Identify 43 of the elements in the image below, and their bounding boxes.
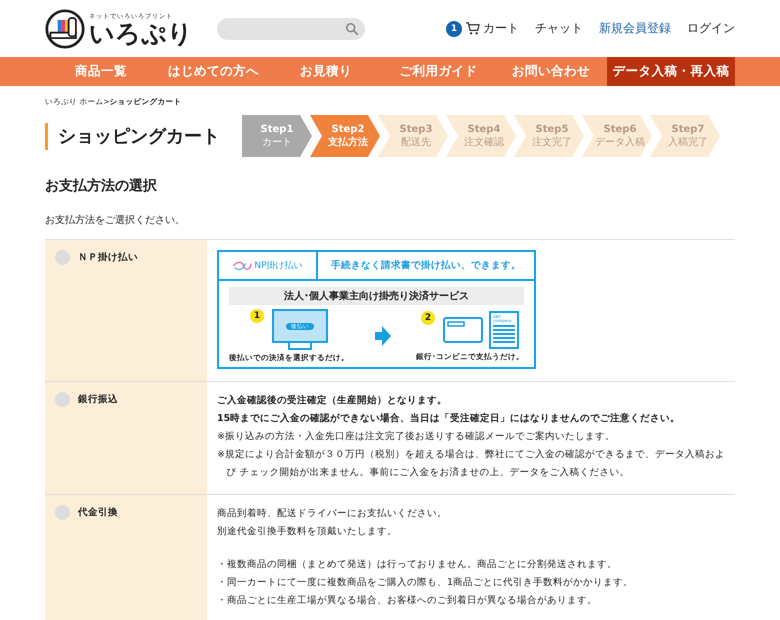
radio-button[interactable]: [55, 392, 70, 407]
method-note: ご入金確認後の受注確定（生産開始）となります。: [217, 394, 448, 408]
method-note: ・複数商品の同梱（まとめて発送）は行っておりません。商品ごとに分割発送されます。: [217, 558, 618, 572]
envelope-icon: [443, 316, 483, 342]
method-name: ＮＰ掛け払い: [78, 251, 138, 265]
method-note: ・同一カートにて一度に複数商品をご購入の際も、1商品ごとに代引き手数料がかかります。: [217, 576, 634, 590]
header-link[interactable]: チャット: [535, 20, 583, 37]
progress-step: Step1 カート: [242, 115, 312, 157]
progress-step: Step3 配送先: [378, 115, 448, 157]
cart-icon: [465, 21, 480, 36]
method-note: ・商品ごとに生産工場が異なる場合、お客様へのご到着日が異なる場合があります。: [217, 594, 598, 608]
np-headline: 手続きなく請求書で掛け払い、できます。: [330, 258, 522, 273]
logo-icon[interactable]: [45, 8, 85, 48]
radio-button[interactable]: [55, 250, 70, 265]
cart-link[interactable]: 1 カート: [446, 20, 519, 37]
method-note: 商品到着時、配送ドライバーにお支払いください。: [217, 507, 448, 521]
nav-tab[interactable]: データ入稿・再入稿: [607, 57, 736, 86]
progress-step: Step2 支払方法: [310, 115, 380, 157]
method-note: 15時までにご入金の確認ができない場合、当日は「受注確定日」にはなりませんのでご注意ください。: [217, 412, 682, 426]
np-brand-text: NP掛け払い: [254, 260, 303, 272]
step-number: 2: [421, 310, 435, 324]
method-note: ※規定により合計金額が３０万円（税別）を超える場合は、弊社にてご入金の確認ができるまで、データ入稿および チェック開始が出来ません。事前にご入金をお済ませの上、データをご入稿ください。: [217, 448, 725, 480]
radio-button[interactable]: [55, 505, 70, 520]
method-name: 銀行振込: [78, 393, 118, 407]
progress-step: Step7 入稿完了: [650, 115, 720, 157]
header-link[interactable]: ログイン: [687, 20, 735, 37]
section-title: お支払方法の選択: [45, 177, 158, 195]
method-note: 別途代金引換手数料を頂戴いたします。: [217, 525, 398, 539]
progress-step: Step6 データ入稿: [582, 115, 652, 157]
step-number: 1: [250, 309, 264, 323]
intro-text: お支払方法をご選択ください。: [45, 214, 186, 227]
logo-text[interactable]: いろぷり: [89, 20, 193, 46]
np-service-title: 法人･個人事業主向け掛売り決済サービス: [229, 287, 524, 305]
progress-step: Step4 注文確認: [446, 115, 516, 157]
np-logo-icon: [232, 260, 252, 272]
progress-step: Step5 注文完了: [514, 115, 584, 157]
arrow-right-icon: [374, 326, 390, 346]
method-name: 代金引換: [78, 506, 118, 520]
search-field[interactable]: [217, 18, 365, 40]
method-note: ※振り込みの方法・入金先口座は注文完了後お送りする確認メールでご案内いたします。: [217, 430, 616, 444]
header-link[interactable]: 新規会員登録: [599, 20, 671, 37]
search-icon[interactable]: [345, 22, 359, 36]
cart-count-badge: 1: [446, 20, 462, 36]
